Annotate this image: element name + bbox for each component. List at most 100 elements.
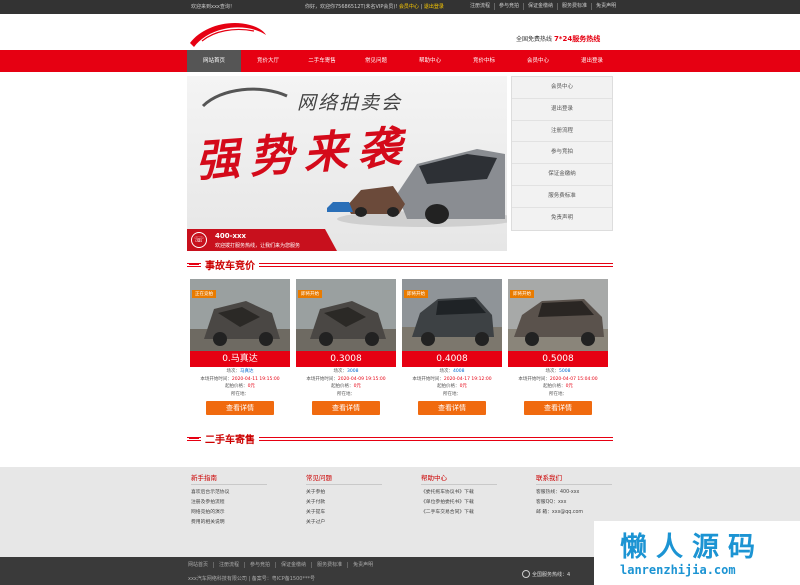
- bottom-link-home[interactable]: 网站首页: [188, 562, 213, 568]
- top-bar: 欢迎来到xxx查询！ 你好，欢迎你75686512T(未名VIP会员)! 会员中…: [0, 0, 800, 14]
- nav-winning-bids[interactable]: 竞价中标: [457, 50, 511, 72]
- top-link-register-flow[interactable]: 注册流程: [466, 3, 494, 10]
- nav-auction-hall[interactable]: 竞价大厅: [241, 50, 295, 72]
- contact-qq: 客服QQ：xxx: [536, 500, 567, 505]
- car-photo[interactable]: 正在竞拍: [190, 279, 290, 351]
- divider: [189, 263, 199, 265]
- status-badge: 正在竞拍: [192, 290, 216, 298]
- footer-col-title: 新手指南: [191, 472, 267, 485]
- copyright: xxx汽车网络科技有限公司 | 备案号：粤ICP备1500***号: [188, 576, 315, 582]
- cars-image: [327, 149, 507, 227]
- welcome-text: 欢迎来到xxx查询！: [191, 4, 235, 10]
- card-start-price: 0元: [459, 384, 467, 389]
- side-disclaimer[interactable]: 免责声明: [512, 208, 612, 230]
- top-link-bid[interactable]: 参与竞拍: [494, 3, 523, 10]
- auction-card: 正在竞拍 0.马真达 场次：马真达 本场开始时间：2020-04-11 19:1…: [190, 279, 290, 415]
- footer-col-title: 联系我们: [536, 472, 612, 485]
- side-deposit[interactable]: 保证金缴纳: [512, 164, 612, 186]
- view-details-button[interactable]: 查看详情: [312, 401, 380, 415]
- footer-link[interactable]: 关于参拍: [306, 488, 382, 498]
- footer-link[interactable]: 注册及参拍流程: [191, 498, 267, 508]
- top-member-center-link[interactable]: 会员中心: [399, 4, 419, 10]
- card-lot[interactable]: 马真达: [240, 369, 254, 374]
- hero-banner[interactable]: 网络拍卖会 强势来袭 ☏ 400-xxx 欢迎拨打服务热线，让我们来为您服务: [187, 76, 507, 251]
- footer-link[interactable]: 费用的相关说明: [191, 518, 267, 528]
- card-start-time: 2020-04-17 19:12:00: [443, 376, 492, 382]
- bottom-link-deposit[interactable]: 保证金缴纳: [275, 562, 311, 568]
- footer-link[interactable]: 《二手车交易合同》下载: [421, 508, 497, 518]
- footer-link[interactable]: 关于付款: [306, 498, 382, 508]
- footer-col-guide: 新手指南 喜欢后台示范协议 注册及参拍流程 网络竞拍的演示 费用的相关说明: [191, 472, 267, 528]
- view-details-button[interactable]: 查看详情: [206, 401, 274, 415]
- footer-link[interactable]: 关于提车: [306, 508, 382, 518]
- footer-link[interactable]: 《单位参拍委托书》下载: [421, 498, 497, 508]
- bottom-link-disclaimer[interactable]: 免责声明: [347, 562, 378, 568]
- auction-cards: 正在竞拍 0.马真达 场次：马真达 本场开始时间：2020-04-11 19:1…: [190, 279, 614, 415]
- card-lot[interactable]: 3008: [347, 369, 358, 374]
- nav-faq[interactable]: 常见问题: [349, 50, 403, 72]
- car-photo[interactable]: 即将开始: [296, 279, 396, 351]
- card-start-price: 0元: [565, 384, 573, 389]
- view-details-button[interactable]: 查看详情: [418, 401, 486, 415]
- service-hotline: 全国服务热线：4: [522, 570, 570, 578]
- watermark: 懒人源码 lanrenzhijia.com: [594, 521, 800, 585]
- status-badge: 即将开始: [298, 290, 322, 298]
- section-used-car: 二手车寄售: [187, 431, 613, 446]
- footer-col-faq: 常见问题 关于参拍 关于付款 关于提车 关于过户: [306, 472, 382, 528]
- section-title: 事故车竞价: [201, 257, 259, 272]
- card-start-price: 0元: [247, 384, 255, 389]
- banner-title: 网络拍卖会: [297, 92, 403, 114]
- footer-link[interactable]: 《委托拖车协议书》下载: [421, 488, 497, 498]
- top-link-fee[interactable]: 服务费标准: [557, 3, 591, 10]
- contact-hotline: 客服热线：400-xxx: [536, 490, 580, 495]
- footer-col-title: 常见问题: [306, 472, 382, 485]
- bottom-link-fee[interactable]: 服务费标准: [311, 562, 347, 568]
- banner-phone: 400-xxx: [215, 232, 247, 240]
- nav-home[interactable]: 网站首页: [187, 50, 241, 72]
- footer-link[interactable]: 网络竞拍的演示: [191, 508, 267, 518]
- card-price: 0.3008: [296, 351, 396, 367]
- side-fee[interactable]: 服务费标准: [512, 186, 612, 208]
- side-member-center[interactable]: 会员中心: [512, 77, 612, 99]
- footer-link[interactable]: 喜欢后台示范协议: [191, 488, 267, 498]
- footer-link[interactable]: 关于过户: [306, 518, 382, 528]
- section-accident: 事故车竞价: [187, 257, 613, 272]
- card-lot[interactable]: 5008: [559, 369, 570, 374]
- phone-bar: ☏ 400-xxx 欢迎拨打服务热线，让我们来为您服务: [187, 229, 337, 251]
- top-logout-link[interactable]: 退出登录: [424, 4, 444, 10]
- nav-used-car[interactable]: 二手车寄售: [295, 50, 349, 72]
- bottom-link-register-flow[interactable]: 注册流程: [213, 562, 244, 568]
- watermark-en: lanrenzhijia.com: [620, 563, 736, 577]
- section-title: 二手车寄售: [201, 431, 259, 446]
- banner-phone-desc: 欢迎拨打服务热线，让我们来为您服务: [215, 243, 301, 249]
- side-menu: 会员中心 退出登录 注册流程 参与竞拍 保证金缴纳 服务费标准 免责声明: [511, 76, 613, 231]
- nav-logout[interactable]: 退出登录: [565, 50, 619, 72]
- bottom-link-bid[interactable]: 参与竞拍: [244, 562, 275, 568]
- nav-member-center[interactable]: 会员中心: [511, 50, 565, 72]
- car-photo[interactable]: 即将开始: [508, 279, 608, 351]
- car-logo-icon[interactable]: [188, 17, 268, 49]
- footer-col-help: 帮助中心 《委托拖车协议书》下载 《单位参拍委托书》下载 《二手车交易合同》下载: [421, 472, 497, 518]
- card-start-time: 2020-04-11 19:15:00: [231, 376, 280, 382]
- bottom-links: 网站首页 注册流程 参与竞拍 保证金缴纳 服务费标准 免责声明: [188, 562, 378, 568]
- footer-col-contact: 联系我们 客服热线：400-xxx 客服QQ：xxx 邮 箱：xxx@qq.co…: [536, 472, 612, 518]
- top-link-deposit[interactable]: 保证金缴纳: [523, 3, 557, 10]
- top-links: 注册流程 参与竞拍 保证金缴纳 服务费标准 免责声明: [466, 0, 620, 10]
- card-start-time: 2020-04-07 15:04:00: [549, 376, 598, 382]
- card-info: 场次：5008 本场开始时间：2020-04-07 15:04:00 起拍价格：…: [518, 369, 598, 397]
- auction-card: 即将开始 0.3008 场次：3008 本场开始时间：2020-04-09 19…: [296, 279, 396, 415]
- side-logout[interactable]: 退出登录: [512, 99, 612, 121]
- card-lot[interactable]: 4008: [453, 369, 464, 374]
- service-text: 全国服务热线：4: [532, 571, 571, 578]
- top-link-disclaimer[interactable]: 免责声明: [591, 3, 620, 10]
- contact-email: 邮 箱：xxx@qq.com: [536, 510, 584, 515]
- side-bid[interactable]: 参与竞拍: [512, 142, 612, 165]
- side-register-flow[interactable]: 注册流程: [512, 121, 612, 143]
- status-badge: 即将开始: [404, 290, 428, 298]
- car-photo[interactable]: 即将开始: [402, 279, 502, 351]
- view-details-button[interactable]: 查看详情: [524, 401, 592, 415]
- nav-help[interactable]: 帮助中心: [403, 50, 457, 72]
- hotline: 全国免费热线 7*24服务热线: [516, 34, 600, 44]
- swoosh-icon: [201, 87, 288, 108]
- card-price: 0.马真达: [190, 351, 290, 367]
